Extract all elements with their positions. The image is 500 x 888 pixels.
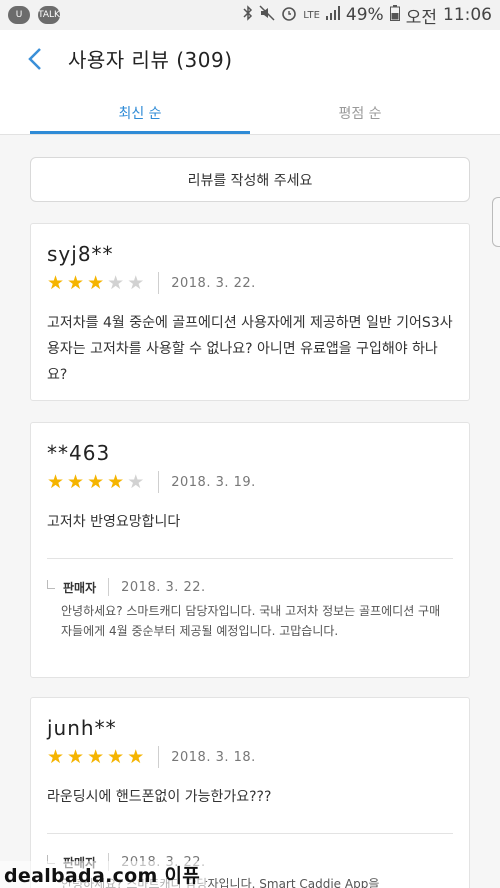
review-date: 2018. 3. 18. [171,749,256,765]
signal-icon [325,6,340,24]
star-icon: ★ [127,470,145,493]
review-date: 2018. 3. 19. [171,474,256,490]
reviewer-name: **463 [47,441,111,465]
rating-row: ★ ★ ★ ★ ★ 2018. 3. 22. [47,272,256,294]
star-icon: ★ [87,470,105,493]
network-type-label: LTE [303,9,320,21]
star-rating: ★ ★ ★ ★ ★ [47,745,145,768]
divider [158,272,160,294]
divider [158,746,160,768]
status-right: LTE 49% 오전 11:06 [243,3,492,28]
reply-divider [47,558,453,559]
seller-label: 판매자 [63,580,97,595]
rating-row: ★ ★ ★ ★ ★ 2018. 3. 18. [47,746,256,768]
reply-divider [47,833,453,834]
app-header: 사용자 리뷰 (309) 최신 순 평점 순 [0,30,500,135]
review-text: 고저차 반영요망합니다 [47,514,181,530]
mute-icon [259,5,275,25]
clock: 11:06 [443,5,492,25]
kakaotalk-icon: TALK [38,6,60,24]
star-icon: ★ [67,271,85,294]
page-title: 사용자 리뷰 (309) [68,48,233,72]
scrollbar[interactable] [492,197,500,247]
status-left: U TALK [8,6,60,24]
star-rating: ★ ★ ★ ★ ★ [47,470,145,493]
sort-tabs: 최신 순 평점 순 [30,92,470,134]
seller-reply-header: 판매자 2018. 3. 22. [47,577,206,597]
divider [108,578,110,596]
bluetooth-icon [243,5,253,25]
star-icon: ★ [47,470,65,493]
star-icon: ★ [107,470,125,493]
battery-percent: 49% [345,5,384,25]
reply-date: 2018. 3. 22. [121,579,206,595]
review-card: junh** ★ ★ ★ ★ ★ 2018. 3. 18. 라운딩시에 핸드폰없… [30,697,470,888]
review-text: 라운딩시에 핸드폰없이 가능한가요??? [47,789,272,805]
star-icon: ★ [87,271,105,294]
reviewer-name: junh** [47,716,117,740]
review-card: **463 ★ ★ ★ ★ ★ 2018. 3. 19. 고저차 반영요망합니다… [30,422,470,678]
header-divider [0,134,500,135]
seller-reply-text: 안녕하세요? 스마트캐디 담당자입니다. 국내 고저차 정보는 골프에디션 구매… [61,604,441,638]
star-icon: ★ [47,271,65,294]
star-rating: ★ ★ ★ ★ ★ [47,271,145,294]
review-text: 고저차를 4월 중순에 골프에디션 사용자에게 제공하면 일반 기어S3사용자는… [47,315,453,383]
alarm-icon [281,5,297,25]
star-icon: ★ [107,745,125,768]
divider [158,471,160,493]
status-bar: U TALK LTE 49% 오전 11:06 [0,0,500,30]
back-button[interactable] [20,44,50,74]
reply-indicator-icon [47,579,55,589]
tab-latest[interactable]: 최신 순 [30,92,250,134]
back-arrow-icon [28,48,41,70]
write-review-button[interactable]: 리뷰를 작성해 주세요 [30,157,470,202]
reviewer-name: syj8** [47,242,114,266]
star-icon: ★ [127,745,145,768]
watermark: dealbada.com 이퓨 [0,861,207,888]
messenger-icon: U [8,6,30,24]
ampm-label: 오전 [405,7,437,28]
star-icon: ★ [87,745,105,768]
battery-icon [389,5,400,25]
star-icon: ★ [47,745,65,768]
review-card: syj8** ★ ★ ★ ★ ★ 2018. 3. 22. 고저차를 4월 중순… [30,223,470,401]
star-icon: ★ [67,470,85,493]
tab-rating[interactable]: 평점 순 [250,92,470,134]
star-icon: ★ [127,271,145,294]
review-date: 2018. 3. 22. [171,275,256,291]
star-icon: ★ [67,745,85,768]
rating-row: ★ ★ ★ ★ ★ 2018. 3. 19. [47,471,256,493]
star-icon: ★ [107,271,125,294]
